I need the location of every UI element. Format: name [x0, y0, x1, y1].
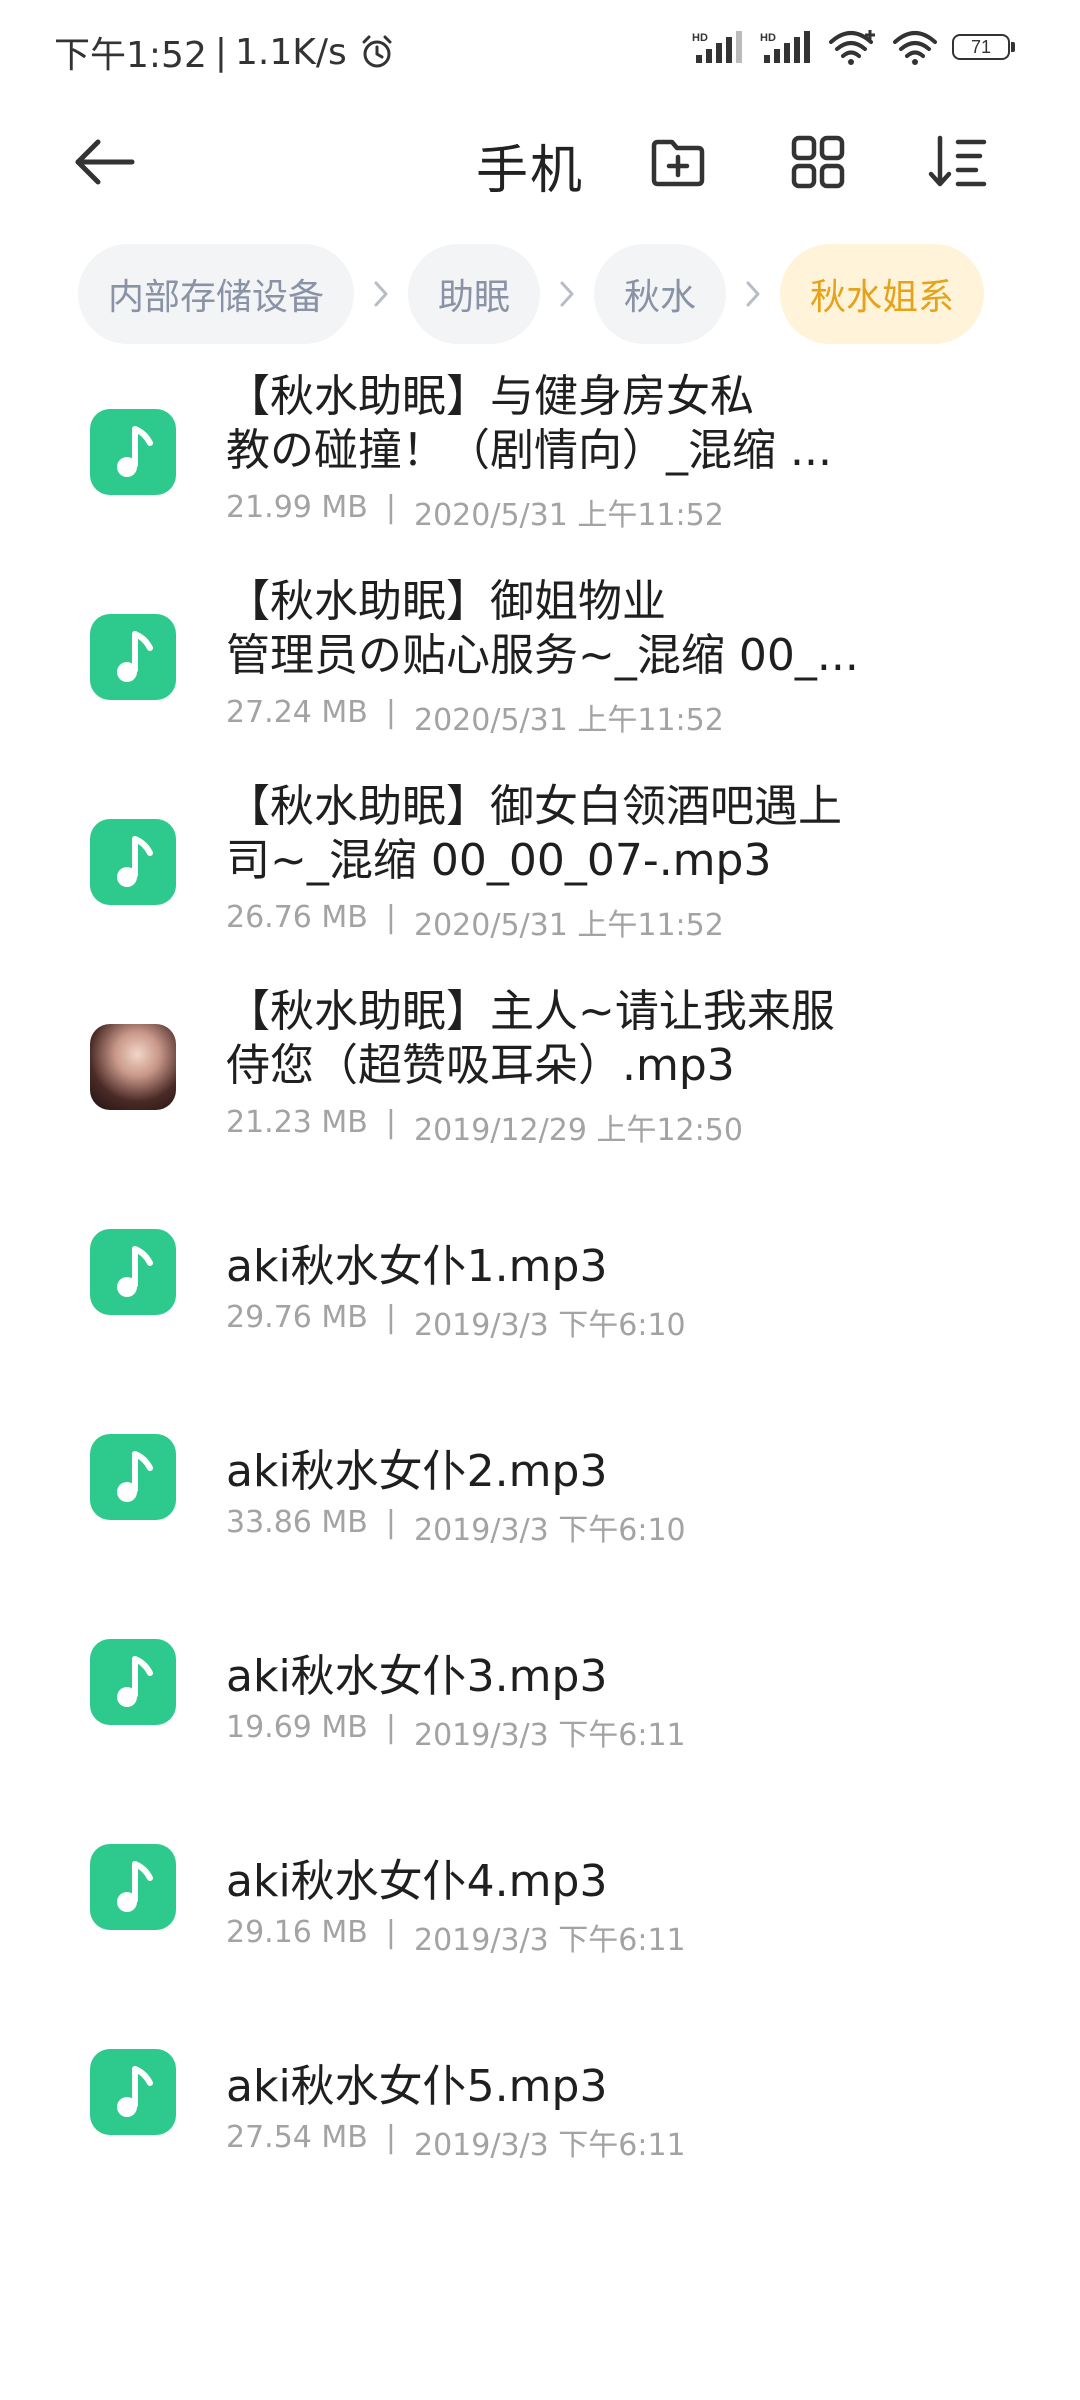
file-list-item[interactable]: 【秋水助眠】御女白领酒吧遇上 司~_混缩 00_00_07-.mp3 26.76 M… [0, 760, 1080, 965]
file-date: 2020/5/31 上午11:52 [414, 498, 724, 533]
file-list-item[interactable]: 【秋水助眠】御姐物业 管理员の贴心服务~_混缩 00_... 27.24 MB | 20… [0, 555, 1080, 760]
file-name-continued: 司~_混缩 00_00_07-.mp3 [226, 835, 772, 886]
file-meta: 26.76 MB | 2020/5/31 上午11:52 [226, 900, 724, 944]
file-list-item[interactable]: aki秋水女仆1.mp3 29.76 MB | 2019/3/3 下午6:10 [0, 1170, 1080, 1375]
file-size: 29.76 MB [226, 1300, 368, 1335]
chevron-right-icon [540, 244, 594, 344]
file-meta: 19.69 MB | 2019/3/3 下午6:11 [226, 1710, 686, 1754]
battery-icon: 71 [952, 34, 1015, 60]
meta-separator: | [385, 2120, 396, 2155]
file-date: 2019/3/3 下午6:11 [414, 1923, 686, 1958]
new-folder-icon[interactable] [648, 132, 708, 192]
wifi-icon [893, 31, 937, 65]
file-list-item[interactable]: 【秋水助眠】与健身房女私 教の碰撞！（剧情向）_混缩 ... 21.99 MB | 20… [0, 350, 1080, 555]
wifi-plus-icon [829, 30, 875, 65]
music-file-icon [90, 614, 176, 700]
file-list-item[interactable]: aki秋水女仆2.mp3 33.86 MB | 2019/3/3 下午6:10 [0, 1375, 1080, 1580]
music-file-icon [90, 819, 176, 905]
file-list: 【秋水助眠】与健身房女私 教の碰撞！（剧情向）_混缩 ... 21.99 MB | 20… [0, 350, 1080, 2195]
file-name: 【秋水助眠】御姐物业 [226, 576, 666, 627]
album-thumbnail-image [90, 1024, 176, 1110]
file-size: 21.23 MB [226, 1105, 368, 1140]
grid-view-icon[interactable] [788, 132, 848, 192]
file-size: 19.69 MB [226, 1710, 368, 1745]
file-size: 27.54 MB [226, 2120, 368, 2155]
network-speed: 1.1K/s [234, 31, 347, 73]
file-meta: 27.54 MB | 2019/3/3 下午6:11 [226, 2120, 686, 2164]
breadcrumb-item-current-folder[interactable]: 秋水姐系 [780, 244, 985, 344]
file-meta: 29.76 MB | 2019/3/3 下午6:10 [226, 1300, 686, 1344]
back-arrow-icon[interactable] [70, 130, 140, 194]
breadcrumb-item-sleep-aid[interactable]: 助眠 [408, 244, 541, 344]
file-size: 27.24 MB [226, 695, 368, 730]
breadcrumb-item-internal-storage[interactable]: 内部存储设备 [78, 244, 355, 344]
status-separator: | [214, 31, 227, 73]
file-date: 2019/3/3 下午6:11 [414, 1718, 686, 1753]
file-meta: 27.24 MB | 2020/5/31 上午11:52 [226, 695, 724, 739]
music-file-icon [90, 2049, 176, 2135]
music-file-icon [90, 1434, 176, 1520]
file-list-item[interactable]: aki秋水女仆3.mp3 19.69 MB | 2019/3/3 下午6:11 [0, 1580, 1080, 1785]
file-date: 2019/3/3 下午6:11 [414, 2128, 686, 2163]
chevron-right-icon [726, 244, 780, 344]
toolbar: 手机 [0, 110, 1080, 214]
meta-separator: | [385, 900, 396, 935]
file-name: aki秋水女仆5.mp3 [226, 2061, 608, 2112]
file-name: 【秋水助眠】主人~请让我来服 [226, 986, 835, 1037]
file-name-continued: 管理员の贴心服务~_混缩 00_... [226, 630, 859, 681]
breadcrumb-item-qiushui[interactable]: 秋水 [594, 244, 727, 344]
file-date: 2020/5/31 上午11:52 [414, 908, 724, 943]
music-file-icon [90, 1844, 176, 1930]
meta-separator: | [385, 1105, 396, 1140]
chevron-right-icon [354, 244, 408, 344]
file-list-item[interactable]: 【秋水助眠】主人~请让我来服 侍您（超赞吸耳朵）.mp3 21.23 MB | 2019… [0, 965, 1080, 1170]
music-file-icon [90, 1229, 176, 1315]
file-name: 【秋水助眠】御女白领酒吧遇上 [226, 781, 842, 832]
file-date: 2019/3/3 下午6:10 [414, 1308, 686, 1343]
file-size: 33.86 MB [226, 1505, 368, 1540]
meta-separator: | [385, 695, 396, 730]
file-date: 2019/12/29 上午12:50 [414, 1113, 743, 1148]
hd-signal-icon-2: HD [760, 31, 810, 63]
page-title: 手机 [476, 141, 585, 201]
meta-separator: | [385, 1300, 396, 1335]
svg-text:HD: HD [760, 32, 776, 44]
file-name: aki秋水女仆4.mp3 [226, 1856, 608, 1907]
file-size: 21.99 MB [226, 490, 368, 525]
file-date: 2019/3/3 下午6:10 [414, 1513, 686, 1548]
alarm-clock-icon [362, 35, 392, 68]
music-file-icon [90, 1639, 176, 1725]
hd-signal-icon: HD [692, 31, 742, 63]
svg-text:HD: HD [692, 32, 708, 44]
meta-separator: | [385, 1710, 396, 1745]
file-name-continued: 侍您（超赞吸耳朵）.mp3 [226, 1040, 735, 1091]
status-bar: 下午1:52 | 1.1K/s HD HD 71 [0, 0, 1080, 104]
file-meta: 29.16 MB | 2019/3/3 下午6:11 [226, 1915, 686, 1959]
file-size: 29.16 MB [226, 1915, 368, 1950]
status-right: HD HD 71 [692, 28, 1015, 66]
music-file-icon [90, 409, 176, 495]
status-time: 下午1:52 [54, 35, 207, 76]
file-list-item[interactable]: aki秋水女仆4.mp3 29.16 MB | 2019/3/3 下午6:11 [0, 1785, 1080, 1990]
meta-separator: | [385, 490, 396, 525]
status-left: 下午1:52 | 1.1K/s [54, 26, 395, 78]
file-name: aki秋水女仆3.mp3 [226, 1651, 608, 1702]
file-size: 26.76 MB [226, 900, 368, 935]
file-meta: 21.99 MB | 2020/5/31 上午11:52 [226, 490, 724, 534]
file-name-continued: 教の碰撞！（剧情向）_混缩 ... [226, 425, 832, 476]
file-list-item[interactable]: aki秋水女仆5.mp3 27.54 MB | 2019/3/3 下午6:11 [0, 1990, 1080, 2195]
file-meta: 33.86 MB | 2019/3/3 下午6:10 [226, 1505, 686, 1549]
file-name: aki秋水女仆1.mp3 [226, 1241, 608, 1292]
breadcrumb: 内部存储设备 助眠 秋水 秋水姐系 [78, 244, 985, 344]
sort-icon[interactable] [928, 132, 988, 192]
file-name: aki秋水女仆2.mp3 [226, 1446, 608, 1497]
file-meta: 21.23 MB | 2019/12/29 上午12:50 [226, 1105, 743, 1149]
file-date: 2020/5/31 上午11:52 [414, 703, 724, 738]
meta-separator: | [385, 1505, 396, 1540]
file-name: 【秋水助眠】与健身房女私 [226, 371, 754, 422]
meta-separator: | [385, 1915, 396, 1950]
